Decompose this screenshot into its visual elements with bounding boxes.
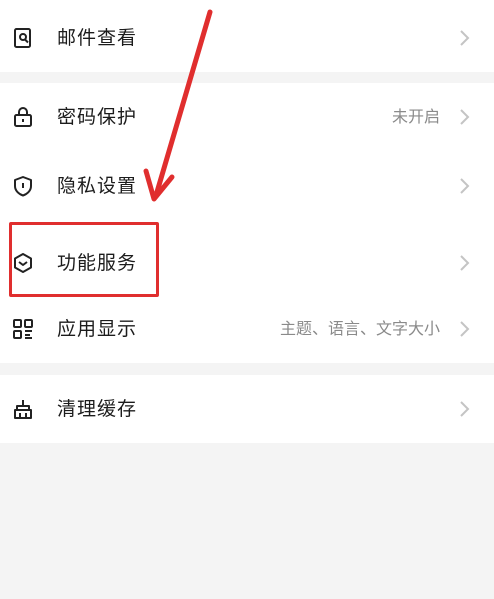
- mail-search-icon: [12, 27, 34, 49]
- chevron-right-icon: [458, 320, 470, 338]
- display-label: 应用显示: [57, 318, 138, 340]
- password-protect-status: 未开启: [391, 107, 440, 126]
- settings-group-security: 密码保护 未开启 隐私设置 功能服务 应用显示 主题、语言、文字大小: [0, 83, 494, 363]
- chevron-right-icon: [458, 29, 470, 47]
- privacy-row[interactable]: 隐私设置: [0, 152, 494, 220]
- hexagon-check-icon: [12, 252, 34, 274]
- chevron-right-icon: [458, 177, 470, 195]
- settings-group-cache: 清理缓存: [0, 375, 494, 443]
- features-row[interactable]: 功能服务: [0, 229, 494, 297]
- mail-view-label: 邮件查看: [57, 27, 138, 49]
- privacy-label: 隐私设置: [57, 175, 138, 197]
- password-protect-row[interactable]: 密码保护 未开启: [0, 83, 494, 151]
- chevron-right-icon: [458, 400, 470, 418]
- grid-icon: [12, 318, 34, 340]
- chevron-right-icon: [458, 108, 470, 126]
- broom-icon: [12, 398, 34, 420]
- chevron-right-icon: [458, 254, 470, 272]
- lock-icon: [12, 106, 34, 128]
- features-label: 功能服务: [57, 252, 138, 274]
- settings-group-mail: 邮件查看: [0, 0, 494, 72]
- shield-icon: [12, 175, 34, 197]
- mail-view-row[interactable]: 邮件查看: [0, 4, 494, 72]
- display-summary: 主题、语言、文字大小: [279, 319, 440, 338]
- clear-cache-row[interactable]: 清理缓存: [0, 375, 494, 443]
- clear-cache-label: 清理缓存: [57, 398, 138, 420]
- password-protect-label: 密码保护: [57, 106, 138, 128]
- display-row[interactable]: 应用显示 主题、语言、文字大小: [0, 295, 494, 363]
